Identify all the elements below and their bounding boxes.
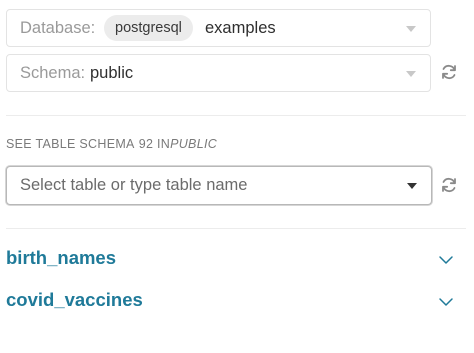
schema-value: public (90, 64, 134, 82)
table-select-placeholder: Select table or type table name (20, 176, 248, 194)
refresh-schemas-icon[interactable] (440, 63, 458, 81)
table-schema-heading: SEE TABLE SCHEMA 92 INPUBLIC (6, 137, 217, 151)
database-type-pill: postgresql (104, 15, 193, 41)
schema-select[interactable]: Schema: public (6, 54, 431, 92)
table-item-birth-names[interactable]: birth_names (6, 247, 454, 275)
chevron-down-icon[interactable] (438, 296, 454, 308)
refresh-tables-icon[interactable] (440, 176, 458, 194)
chevron-down-icon (407, 183, 417, 189)
table-count: 92 (138, 137, 154, 151)
schema-label: Schema: (20, 64, 86, 82)
database-label: Database: (20, 19, 96, 37)
divider (6, 228, 466, 229)
divider (6, 115, 466, 116)
database-value: examples (205, 19, 276, 37)
table-name[interactable]: covid_vaccines (6, 289, 143, 311)
table-select[interactable]: Select table or type table name (6, 166, 432, 205)
table-item-covid-vaccines[interactable]: covid_vaccines (6, 289, 454, 317)
heading-text: SEE TABLE SCHEMA (6, 137, 135, 151)
heading-schema-name: PUBLIC (170, 137, 218, 151)
chevron-down-icon (406, 26, 416, 32)
chevron-down-icon (406, 71, 416, 77)
database-select[interactable]: Database: postgresql examples (6, 9, 431, 47)
chevron-down-icon[interactable] (438, 254, 454, 266)
heading-in: IN (156, 137, 171, 151)
table-name[interactable]: birth_names (6, 247, 116, 269)
